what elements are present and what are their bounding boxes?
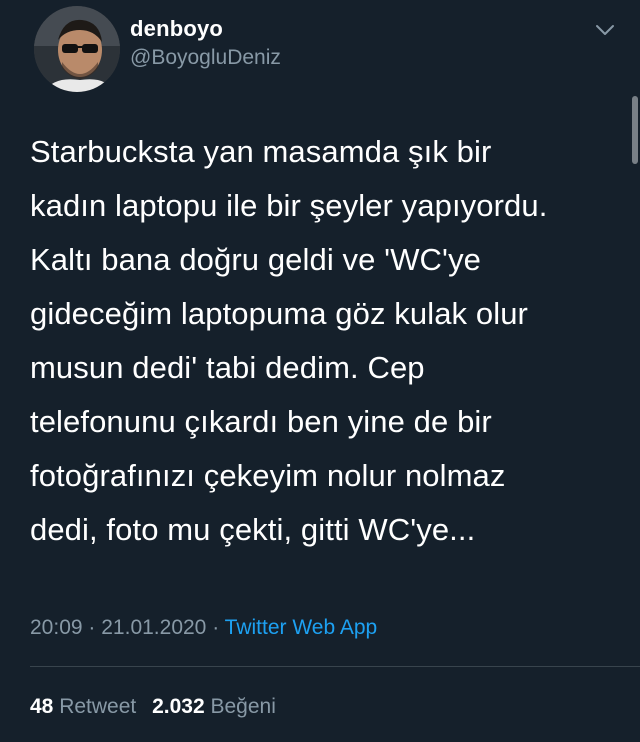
divider — [30, 666, 640, 667]
like-label: Beğeni — [210, 695, 276, 718]
likes-stat[interactable]: 2.032 Beğeni — [152, 692, 276, 722]
tweet-date[interactable]: 21.01.2020 — [101, 616, 206, 639]
tweet-stats: 48 Retweet 2.032 Beğeni — [30, 692, 286, 722]
chevron-down-icon[interactable] — [594, 22, 616, 38]
like-count: 2.032 — [152, 695, 205, 718]
user-handle[interactable]: @BoyogluDeniz — [130, 45, 281, 71]
tweet-meta: 20:09 · 21.01.2020 · Twitter Web App — [30, 613, 377, 643]
scrollbar-thumb[interactable] — [632, 96, 638, 164]
display-name[interactable]: denboyo — [130, 16, 281, 42]
tweet-text: Starbucksta yan masamda şık bir kadın la… — [30, 134, 548, 547]
tweet-source-link[interactable]: Twitter Web App — [225, 616, 378, 639]
retweet-label: Retweet — [59, 695, 137, 718]
avatar[interactable] — [34, 6, 120, 92]
tweet: denboyo @BoyogluDeniz Starbucksta yan ma… — [0, 0, 640, 742]
retweet-count: 48 — [30, 695, 54, 718]
user-avatar-photo-icon — [34, 6, 120, 92]
meta-separator: · — [88, 616, 96, 639]
author-info: denboyo @BoyogluDeniz — [130, 16, 281, 71]
tweet-time[interactable]: 20:09 — [30, 616, 83, 639]
retweets-stat[interactable]: 48 Retweet — [30, 692, 136, 722]
meta-separator: · — [212, 616, 220, 639]
tweet-header: denboyo @BoyogluDeniz — [28, 4, 640, 94]
